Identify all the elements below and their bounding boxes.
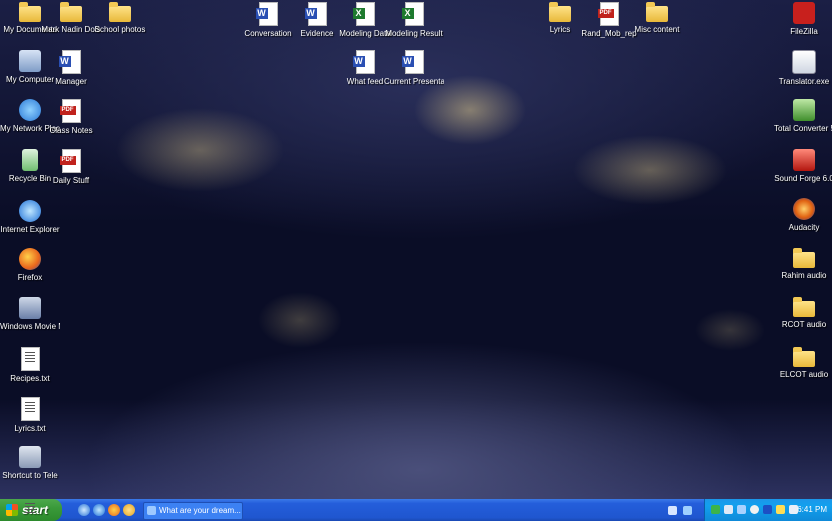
text-file-icon <box>20 347 40 371</box>
start-label: start <box>22 499 48 521</box>
recipes-txt-icon[interactable]: Recipes.txt <box>0 347 60 383</box>
ie-icon <box>19 200 41 222</box>
excel-icon <box>401 2 424 26</box>
firefox-icon-shortcut[interactable]: Firefox <box>0 248 60 282</box>
firefox-icon <box>19 248 41 270</box>
word-doc-icon <box>304 2 327 26</box>
tray-icon[interactable] <box>763 505 772 514</box>
current-presentation-doc-icon[interactable]: Current Presentation <box>384 50 444 86</box>
tray-arrow-icon[interactable] <box>668 506 677 515</box>
icon-label: Shortcut to Tele <box>2 471 58 480</box>
filezilla-icon-shortcut[interactable]: FileZilla <box>774 2 832 36</box>
class-notes-pdf-icon[interactable]: Class Notes <box>41 99 101 135</box>
translator-icon <box>792 50 816 74</box>
tray-icon[interactable] <box>776 505 785 514</box>
icon-label: Manager <box>55 77 87 86</box>
excel-icon <box>352 2 375 26</box>
sound-forge-glyph-icon <box>793 149 815 171</box>
icon-label: Audacity <box>788 223 820 232</box>
tray-icon[interactable] <box>750 505 759 514</box>
computer-icon <box>19 50 41 72</box>
converter-icon <box>793 99 815 121</box>
folder-icon <box>109 2 131 22</box>
word-doc-icon <box>58 50 81 74</box>
icon-label: Class Notes <box>49 126 93 135</box>
shortcut-icon[interactable]: Shortcut to Tele <box>0 446 60 480</box>
pdf-icon <box>597 2 619 26</box>
manager-doc-icon[interactable]: Manager <box>41 50 101 86</box>
icon-label: FileZilla <box>790 27 818 36</box>
task-button-window[interactable]: What are your dream... <box>143 502 243 520</box>
start-button[interactable]: start <box>0 499 62 521</box>
word-doc-icon <box>255 2 278 26</box>
school-photos-folder[interactable]: School photos <box>90 2 150 34</box>
text-file-icon <box>20 397 40 421</box>
folder-icon <box>60 2 82 22</box>
sound-forge-icon[interactable]: Sound Forge 6.0 <box>774 149 832 183</box>
folder-icon <box>646 2 668 22</box>
icon-label: Misc content <box>634 25 680 34</box>
folder-icon <box>549 2 571 22</box>
icon-label: Translator.exe <box>778 77 830 86</box>
icon-label: Windows Movie Maker <box>0 322 60 331</box>
pdf-icon <box>59 149 81 173</box>
icon-label: ELCOT audio <box>779 370 829 379</box>
windows-logo-icon <box>6 504 18 516</box>
icon-label: Internet Explorer <box>0 225 60 234</box>
icon-label: Total Converter 5.0 <box>774 124 832 133</box>
folder-icon <box>19 2 41 22</box>
icon-label: School photos <box>94 25 146 34</box>
icon-label: Modeling Result <box>385 29 443 38</box>
show-desktop-icon[interactable] <box>78 504 90 516</box>
icon-label: Current Presentation <box>384 77 444 86</box>
icon-label: Lyrics.txt <box>14 424 46 433</box>
word-doc-icon <box>352 50 375 74</box>
word-doc-icon <box>401 50 424 74</box>
ie-quicklaunch-icon[interactable] <box>93 504 105 516</box>
folder-icon <box>793 347 815 367</box>
recycle-bin-glyph-icon <box>22 149 38 171</box>
system-tray: 6:41 PM <box>704 499 832 521</box>
taskbar: start What are your dream... 6:41 PM <box>0 499 832 521</box>
window-app-icon <box>147 506 156 515</box>
tray-icon[interactable] <box>737 505 746 514</box>
translator-exe-icon[interactable]: Translator.exe <box>774 50 832 86</box>
icon-label: Recipes.txt <box>10 374 50 383</box>
tray-app-icon[interactable] <box>683 506 692 515</box>
filezilla-icon <box>793 2 815 24</box>
folder-icon <box>793 297 815 317</box>
icon-label: Rahim audio <box>781 271 827 280</box>
total-converter-icon[interactable]: Total Converter 5.0 <box>774 99 832 133</box>
lyrics-txt-icon[interactable]: Lyrics.txt <box>0 397 60 433</box>
rcot-audio-folder[interactable]: RCOT audio <box>774 297 832 329</box>
pdf-icon <box>59 99 81 123</box>
media-quicklaunch-icon[interactable] <box>123 504 135 516</box>
misc-content-folder[interactable]: Misc content <box>627 2 687 34</box>
internet-explorer-icon[interactable]: Internet Explorer <box>0 200 60 234</box>
film-icon <box>19 297 41 319</box>
audacity-icon-shortcut[interactable]: Audacity <box>774 198 832 232</box>
daily-stuff-pdf-icon[interactable]: Daily Stuff <box>41 149 101 185</box>
network-tray-icon[interactable] <box>711 505 720 514</box>
firefox-quicklaunch-icon[interactable] <box>108 504 120 516</box>
icon-label: Firefox <box>17 273 43 282</box>
icon-label: Daily Stuff <box>52 176 90 185</box>
modeling-result-xls-icon[interactable]: Modeling Result <box>384 2 444 38</box>
clock[interactable]: 6:41 PM <box>797 499 827 521</box>
rahim-audio-folder[interactable]: Rahim audio <box>774 248 832 280</box>
shortcut-glyph-icon <box>19 446 41 468</box>
network-icon <box>19 99 41 121</box>
task-button-label: What are your dream... <box>159 506 241 515</box>
tray-icon[interactable] <box>724 505 733 514</box>
folder-icon <box>793 248 815 268</box>
audacity-icon <box>793 198 815 220</box>
elcot-audio-folder[interactable]: ELCOT audio <box>774 347 832 379</box>
icon-label: RCOT audio <box>781 320 827 329</box>
icon-label: Sound Forge 6.0 <box>774 174 832 183</box>
movie-maker-icon[interactable]: Windows Movie Maker <box>0 297 60 331</box>
desktop-wallpaper: My Documents My Computer My Network Plac… <box>0 0 832 499</box>
